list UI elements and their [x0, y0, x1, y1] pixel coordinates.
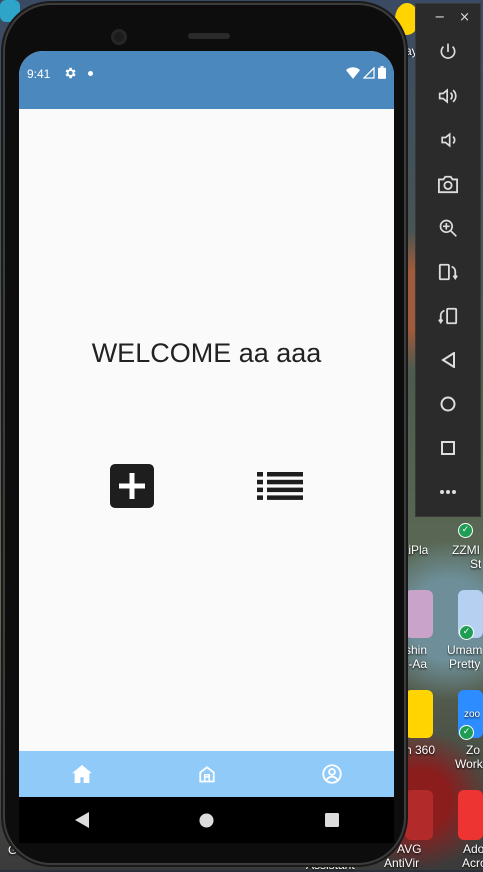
- emulator-toolbar: − ×: [415, 3, 481, 517]
- desktop-label: St: [470, 557, 482, 571]
- volume-up-icon: [438, 88, 457, 104]
- desktop-label: shin: [405, 643, 428, 657]
- avg-app-icon[interactable]: [405, 790, 433, 840]
- home-circle-outline-icon: [440, 396, 456, 412]
- game-app-icon[interactable]: [405, 590, 433, 638]
- cell-signal-icon: [363, 66, 375, 79]
- add-box-icon: [110, 464, 154, 508]
- screenshot-button[interactable]: [416, 162, 480, 206]
- welcome-heading: WELCOME aa aaa: [91, 338, 322, 368]
- desktop-label: AVG: [397, 842, 422, 856]
- volume-down-icon: [441, 132, 456, 148]
- nav-profile[interactable]: [269, 751, 394, 797]
- power-icon: [440, 43, 456, 59]
- android-navigation-bar: [19, 797, 394, 843]
- rotate-left-button[interactable]: [416, 250, 480, 294]
- power-button[interactable]: [416, 30, 480, 74]
- app-screen: 9:41 WELCOME aa aaa: [19, 51, 394, 797]
- norton-app-icon[interactable]: [405, 690, 433, 738]
- desktop-label: Acro: [462, 856, 483, 870]
- overview-square-outline-icon: [441, 441, 455, 455]
- home-icon: [71, 765, 92, 783]
- settings-gear-icon: [65, 67, 76, 79]
- desktop-label: ZZMI: [452, 543, 480, 557]
- overview-button[interactable]: [416, 426, 480, 470]
- overview-square-icon: [324, 813, 339, 827]
- back-button[interactable]: [416, 338, 480, 382]
- desktop-label: n 360: [405, 743, 436, 757]
- desktop-label: Zo: [466, 743, 481, 757]
- system-overview-button[interactable]: [312, 800, 352, 840]
- status-indicators: [346, 66, 386, 79]
- rotate-left-icon: [438, 263, 458, 281]
- status-time: 9:41: [27, 67, 51, 81]
- list-button[interactable]: [257, 470, 303, 502]
- zoom-button[interactable]: [416, 206, 480, 250]
- desktop-label: t-Aa: [405, 657, 428, 671]
- volume-up-button[interactable]: [416, 74, 480, 118]
- desktop-label: AntiVir: [384, 856, 420, 870]
- wifi-icon: [346, 66, 360, 79]
- add-button[interactable]: [110, 464, 154, 508]
- rotate-right-icon: [438, 307, 458, 325]
- sync-check-icon: ✓: [458, 523, 473, 538]
- camera-icon: [438, 175, 458, 194]
- phone-camera: [111, 29, 127, 45]
- back-icon: [441, 352, 455, 368]
- sync-check-icon: ✓: [459, 725, 474, 740]
- desktop-label: Umam: [447, 643, 483, 657]
- more-button[interactable]: [416, 470, 480, 514]
- close-button[interactable]: ×: [459, 10, 470, 25]
- notification-dot-icon: [88, 71, 93, 76]
- phone-speaker: [188, 33, 230, 39]
- acrobat-app-icon[interactable]: [458, 790, 483, 840]
- list-icon: [257, 472, 303, 500]
- desktop-label: tiPla: [405, 543, 429, 557]
- desktop-label: Pretty: [449, 657, 481, 671]
- desktop-label: Work: [455, 757, 483, 771]
- home-circle-icon: [199, 812, 214, 828]
- nav-house-outline[interactable]: [144, 751, 269, 797]
- status-bar: 9:41: [19, 51, 394, 109]
- battery-icon: [378, 66, 386, 79]
- volume-down-button[interactable]: [416, 118, 480, 162]
- home-button[interactable]: [416, 382, 480, 426]
- house-outline-icon: [198, 766, 215, 783]
- nav-home[interactable]: [19, 751, 144, 797]
- zoom-in-icon: [439, 219, 457, 237]
- system-home-button[interactable]: [187, 800, 227, 840]
- bottom-navigation: [19, 751, 394, 797]
- account-circle-icon: [321, 764, 342, 784]
- more-horizontal-icon: [440, 490, 456, 494]
- toolbar-window-controls: − ×: [416, 4, 480, 30]
- sync-check-icon: ✓: [459, 625, 474, 640]
- desktop-label: Ado: [463, 842, 483, 856]
- desktop-label: zoo: [464, 709, 481, 720]
- rotate-right-button[interactable]: [416, 294, 480, 338]
- system-back-button[interactable]: [62, 800, 102, 840]
- minimize-button[interactable]: −: [434, 10, 445, 25]
- back-triangle-icon: [74, 812, 89, 828]
